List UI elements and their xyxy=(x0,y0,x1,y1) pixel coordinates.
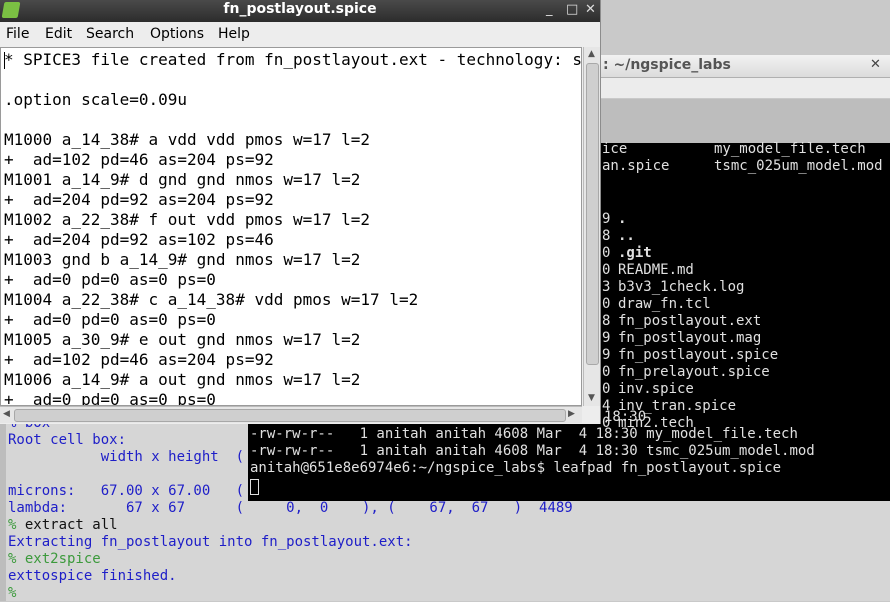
terminal-size-column: 8 xyxy=(602,313,611,329)
scroll-down-icon[interactable]: ▼ xyxy=(588,393,595,403)
terminal-listing-row: -rw-rw-r-- 1 anitah anitah 4608 Mar 4 18… xyxy=(250,443,815,459)
leafpad-title: fn_postlayout.spice xyxy=(223,1,377,17)
console-line: width x height ( xyxy=(8,449,245,465)
terminal-cursor xyxy=(250,479,259,495)
console-command: ext2spice xyxy=(24,551,101,567)
vertical-scrollbar[interactable]: ▲ ▼ xyxy=(583,47,600,406)
terminal-size-column: 9 xyxy=(602,347,611,363)
horizontal-scroll-thumb[interactable] xyxy=(14,409,566,422)
spice-source-text[interactable]: * SPICE3 file created from fn_postlayout… xyxy=(4,50,581,405)
terminal-size-column: 0 xyxy=(602,381,611,397)
console-line: % xyxy=(8,585,16,602)
terminal-size-column: 9 xyxy=(602,211,611,227)
terminal-filename: README.md xyxy=(618,262,694,278)
terminal-filename: inv.spice xyxy=(618,381,694,397)
console-prompt: % xyxy=(8,517,25,533)
terminal-filename: . xyxy=(618,211,627,227)
console-line: microns: 67.00 x 67.00 ( xyxy=(8,483,245,499)
menu-search[interactable]: Search xyxy=(86,26,134,42)
terminal-filename: fn_postlayout.mag xyxy=(618,330,762,346)
terminal-filename: .git xyxy=(618,245,652,261)
console-left-edge xyxy=(0,420,6,601)
scroll-up-icon[interactable]: ▲ xyxy=(588,49,595,59)
terminal-filename: b3v3_1check.log xyxy=(618,279,745,295)
close-icon[interactable]: ✕ xyxy=(585,2,596,17)
console-prompt: % xyxy=(8,585,17,601)
menu-options[interactable]: Options xyxy=(150,26,204,42)
text-editor-area[interactable]: * SPICE3 file created from fn_postlayout… xyxy=(0,47,582,406)
terminal-close-icon[interactable]: ✕ xyxy=(870,57,881,72)
terminal-size-column: 8 xyxy=(602,228,611,244)
horizontal-scrollbar[interactable]: ◀ ▶ xyxy=(0,406,582,423)
text-caret xyxy=(4,52,5,69)
minimize-icon[interactable]: _ xyxy=(546,2,553,17)
terminal-title: : ~/ngspice_labs xyxy=(603,57,731,73)
vertical-scroll-thumb[interactable] xyxy=(586,63,599,365)
leafpad-menubar: File Edit Search Options Help xyxy=(0,23,600,45)
terminal-size-column: 0 xyxy=(602,245,611,261)
console-line: Extracting fn_postlayout into fn_postlay… xyxy=(8,534,413,550)
leafpad-window[interactable]: fn_postlayout.spice _ □ ✕ File Edit Sear… xyxy=(0,0,601,424)
terminal-file-entry: my_model_file.tech xyxy=(714,141,866,157)
scroll-right-icon[interactable]: ▶ xyxy=(568,409,575,419)
terminal-filename: fn_postlayout.ext xyxy=(618,313,762,329)
terminal-file-entry: tsmc_025um_model.mod xyxy=(714,158,883,174)
console-command: extract all xyxy=(24,517,118,533)
console-prompt: % xyxy=(8,551,25,567)
terminal-filename: fn_postlayout.spice xyxy=(618,347,779,363)
terminal-filename: .. xyxy=(618,228,635,244)
terminal-filename: draw_fn.tcl xyxy=(618,296,711,312)
console-line: % ext2spice xyxy=(8,551,101,568)
terminal-size-column: 0 xyxy=(602,364,611,380)
terminal-prompt-line: anitah@651e8e6974e6:~/ngspice_labs$ leaf… xyxy=(250,460,782,476)
terminal-file-entry: an.spice xyxy=(602,158,670,174)
terminal-size-column: 0 xyxy=(602,296,611,312)
console-line: exttospice finished. xyxy=(8,568,177,584)
terminal-menubar xyxy=(598,78,890,98)
terminal-listing-row: -rw-rw-r-- 1 anitah anitah 4608 Mar 4 18… xyxy=(250,426,798,442)
console-line: Root cell box: xyxy=(8,432,127,448)
scroll-left-icon[interactable]: ◀ xyxy=(3,409,10,419)
terminal-tab-area xyxy=(598,99,890,144)
menu-edit[interactable]: Edit xyxy=(45,26,72,42)
terminal-filename: fn_prelayout.spice xyxy=(618,364,770,380)
menu-help[interactable]: Help xyxy=(218,26,250,42)
terminal-size-column: 9 xyxy=(602,330,611,346)
terminal-file-entry: ice xyxy=(602,141,628,157)
maximize-icon[interactable]: □ xyxy=(566,2,578,17)
menu-file[interactable]: File xyxy=(6,26,29,42)
terminal-size-column: 3 xyxy=(602,279,611,295)
terminal-size-column: 0 xyxy=(602,262,611,278)
console-line: lambda: 67 x 67 ( 0, 0 ), ( 67, 67 ) 448… xyxy=(8,500,573,516)
console-line: % extract all xyxy=(8,517,118,534)
